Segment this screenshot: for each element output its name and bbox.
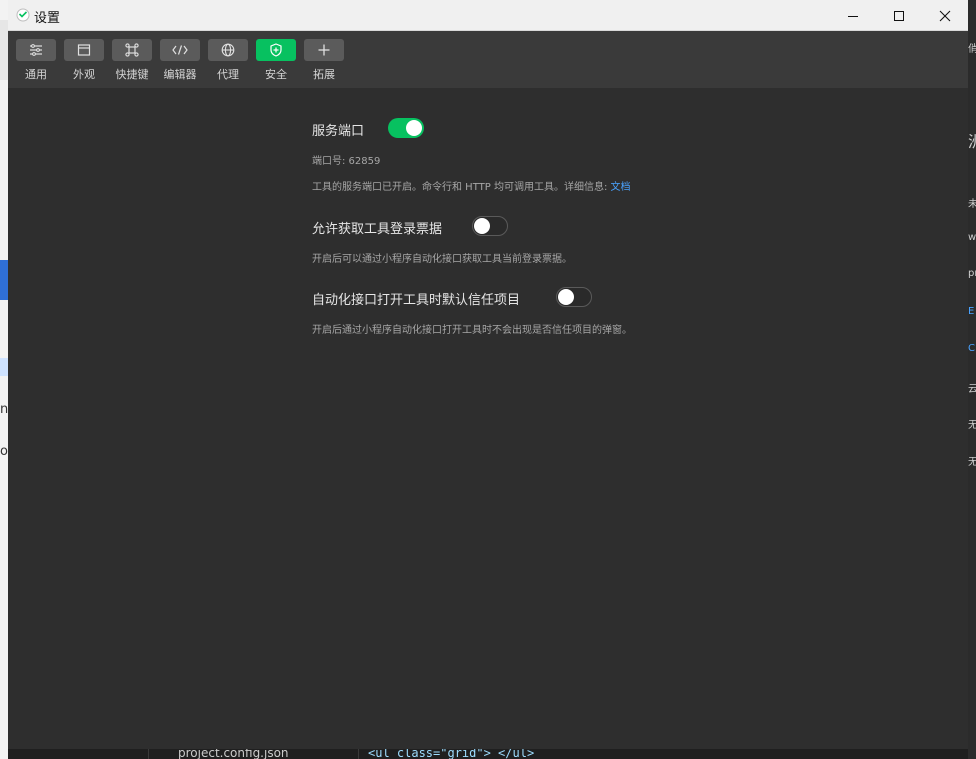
wechat-devtools-app-icon bbox=[16, 8, 30, 22]
login-ticket-toggle[interactable] bbox=[472, 216, 508, 236]
tab-extension[interactable]: 拓展 bbox=[300, 31, 348, 88]
proxy-icon bbox=[221, 43, 235, 57]
tab-proxy[interactable]: 代理 bbox=[204, 31, 252, 88]
tab-general-button[interactable] bbox=[16, 39, 56, 61]
service-port-desc-text: 工具的服务端口已开启。命令行和 HTTP 均可调用工具。详细信息: bbox=[312, 182, 608, 193]
login-ticket-title: 允许获取工具登录票据 bbox=[312, 222, 443, 237]
service-port-toggle[interactable] bbox=[388, 118, 424, 138]
maximize-icon bbox=[894, 10, 904, 21]
tab-security-button[interactable] bbox=[256, 39, 296, 61]
tab-security[interactable]: 安全 bbox=[252, 31, 300, 88]
security-icon bbox=[270, 43, 282, 57]
toggle-knob bbox=[474, 218, 490, 234]
toggle-knob bbox=[558, 289, 574, 305]
window-title: 设置 bbox=[34, 11, 61, 26]
tab-editor-button[interactable] bbox=[160, 39, 200, 61]
tab-proxy-label: 代理 bbox=[217, 68, 239, 81]
login-ticket-desc: 开启后可以通过小程序自动化接口获取工具当前登录票据。 bbox=[312, 254, 572, 265]
service-port-title: 服务端口 bbox=[312, 124, 365, 139]
toggle-knob bbox=[406, 120, 422, 136]
settings-window: 设置 通用 外观 快捷键 编辑器 代理 安全 拓展 服务端口 端口号: 6285… bbox=[8, 0, 968, 749]
tab-general[interactable]: 通用 bbox=[12, 31, 60, 88]
docs-link[interactable]: 文档 bbox=[611, 182, 631, 193]
tab-extension-button[interactable] bbox=[304, 39, 344, 61]
service-port-number: 端口号: 62859 bbox=[312, 156, 381, 167]
general-icon bbox=[30, 44, 42, 56]
tab-appearance-label: 外观 bbox=[73, 68, 95, 81]
editor-icon bbox=[172, 45, 188, 55]
background-ide-bottom: project.config.json <ul class="grid"> </… bbox=[8, 749, 968, 759]
background-code-snippet: <ul class="grid"> </ul> bbox=[368, 749, 535, 759]
maximize-button[interactable] bbox=[876, 0, 922, 31]
tab-editor[interactable]: 编辑器 bbox=[156, 31, 204, 88]
tab-appearance[interactable]: 外观 bbox=[60, 31, 108, 88]
trust-project-toggle[interactable] bbox=[556, 287, 592, 307]
service-port-desc: 工具的服务端口已开启。命令行和 HTTP 均可调用工具。详细信息: 文档 bbox=[312, 178, 631, 193]
extension-icon bbox=[318, 44, 330, 56]
tab-proxy-button[interactable] bbox=[208, 39, 248, 61]
title-bar: 设置 bbox=[8, 0, 968, 31]
appearance-icon bbox=[77, 44, 91, 56]
tab-general-label: 通用 bbox=[25, 68, 47, 81]
background-ide-left: n o bbox=[0, 0, 8, 759]
minimize-button[interactable] bbox=[830, 0, 876, 31]
settings-toolbar: 通用 外观 快捷键 编辑器 代理 安全 拓展 bbox=[8, 31, 968, 88]
minimize-icon bbox=[848, 15, 858, 17]
background-ide-right: 俏 洲 未 w pr E C 云 无 无 bbox=[968, 0, 976, 759]
close-icon bbox=[939, 10, 951, 21]
tab-editor-label: 编辑器 bbox=[163, 68, 197, 81]
shortcut-icon bbox=[125, 43, 139, 57]
close-button[interactable] bbox=[922, 0, 968, 31]
tab-shortcut-button[interactable] bbox=[112, 39, 152, 61]
tab-shortcut-label: 快捷键 bbox=[115, 68, 149, 81]
tab-shortcut[interactable]: 快捷键 bbox=[108, 31, 156, 88]
tab-security-label: 安全 bbox=[265, 68, 287, 81]
tab-extension-label: 拓展 bbox=[313, 68, 335, 81]
trust-project-title: 自动化接口打开工具时默认信任项目 bbox=[312, 293, 521, 308]
trust-project-desc: 开启后通过小程序自动化接口打开工具时不会出现是否信任项目的弹窗。 bbox=[312, 325, 632, 336]
tab-appearance-button[interactable] bbox=[64, 39, 104, 61]
security-settings-panel: 服务端口 端口号: 62859 工具的服务端口已开启。命令行和 HTTP 均可调… bbox=[8, 88, 968, 749]
background-file-name: project.config.json bbox=[178, 749, 289, 759]
